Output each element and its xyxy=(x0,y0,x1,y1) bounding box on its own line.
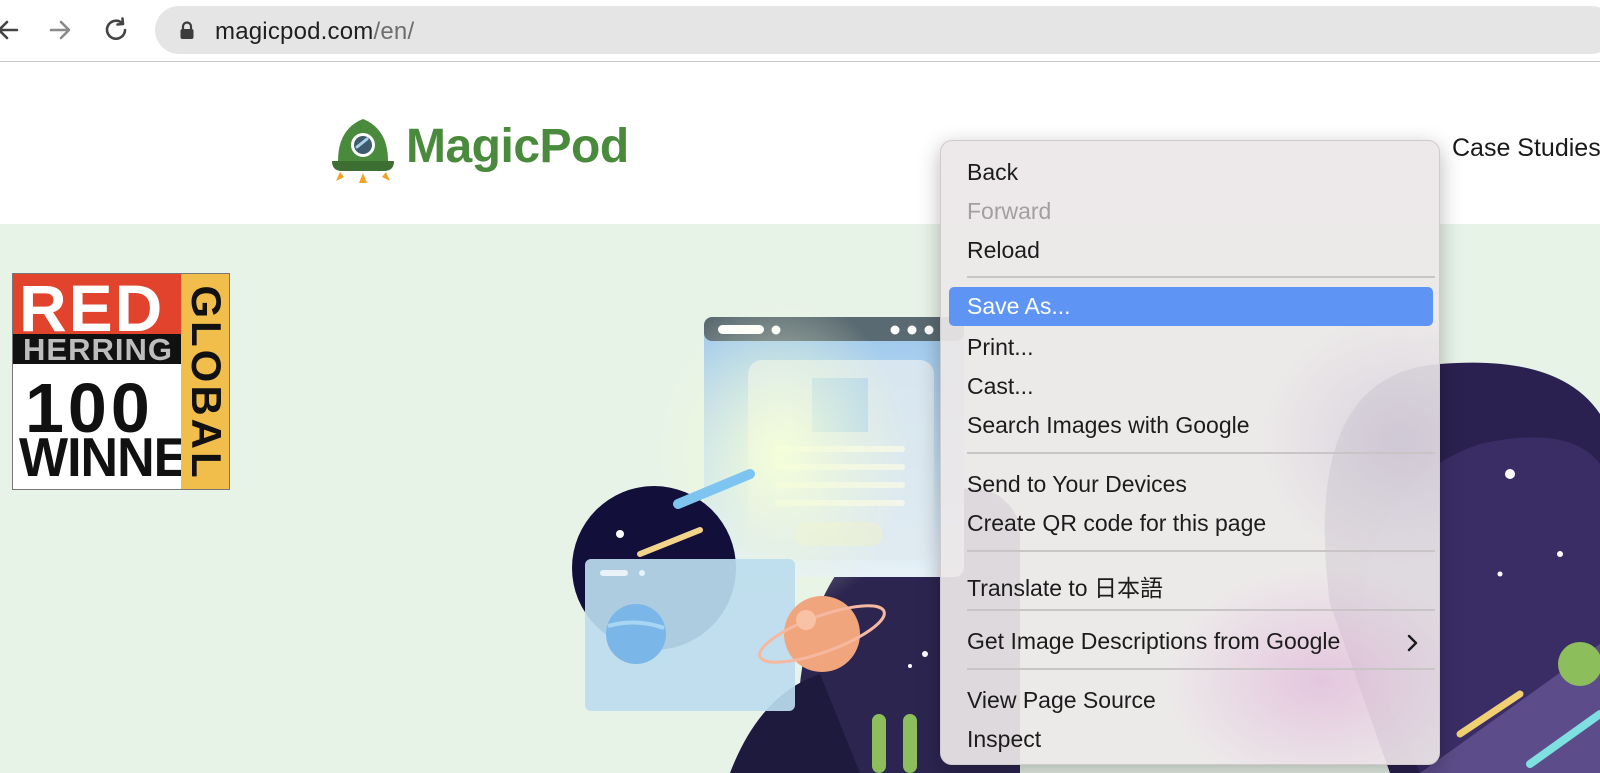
arrow-left-icon xyxy=(0,20,19,40)
logo-text: MagicPod xyxy=(406,120,629,173)
lock-icon xyxy=(180,21,194,39)
menu-separator xyxy=(967,668,1435,670)
url-text: magicpod.com/en/ xyxy=(215,18,414,46)
reload-button[interactable] xyxy=(96,10,136,50)
menu-item-label: Get Image Descriptions from Google xyxy=(967,628,1341,654)
menu-item-print[interactable]: Print... xyxy=(949,328,1433,367)
menu-item-forward: Forward xyxy=(949,192,1433,231)
menu-item-reload[interactable]: Reload xyxy=(949,231,1433,270)
menu-separator xyxy=(967,276,1435,278)
menu-item-label: Print... xyxy=(967,334,1034,360)
menu-separator xyxy=(967,452,1435,454)
menu-separator xyxy=(967,550,1435,552)
menu-item-label: Forward xyxy=(967,198,1052,224)
back-button[interactable] xyxy=(0,10,28,50)
menu-item-translate[interactable]: Translate to 日本語 xyxy=(949,563,1433,602)
menu-item-label: Back xyxy=(967,159,1019,185)
menu-item-label: Create QR code for this page xyxy=(967,510,1267,536)
menu-item-create-qr[interactable]: Create QR code for this page xyxy=(949,504,1433,543)
url-host: magicpod.com xyxy=(215,18,374,45)
context-menu: Back Forward Reload Save As... Print... … xyxy=(940,140,1440,765)
menu-item-label: Send to Your Devices xyxy=(967,471,1187,497)
menu-item-label: Cast... xyxy=(967,373,1034,399)
menu-separator xyxy=(967,609,1435,611)
menu-item-cast[interactable]: Cast... xyxy=(949,367,1433,406)
forward-button[interactable] xyxy=(40,10,80,50)
menu-item-save-as[interactable]: Save As... xyxy=(949,287,1433,326)
menu-item-label: Reload xyxy=(967,237,1040,263)
menu-item-back[interactable]: Back xyxy=(949,153,1433,192)
menu-item-inspect[interactable]: Inspect xyxy=(949,720,1433,759)
menu-item-label: Translate to 日本語 xyxy=(967,575,1163,601)
menu-item-send-to-devices[interactable]: Send to Your Devices xyxy=(949,465,1433,504)
address-bar[interactable]: magicpod.com/en/ xyxy=(155,6,1600,54)
chevron-right-icon xyxy=(1407,634,1418,652)
menu-item-search-images[interactable]: Search Images with Google xyxy=(949,406,1433,445)
menu-item-image-descriptions[interactable]: Get Image Descriptions from Google xyxy=(949,622,1433,661)
menu-item-label: Search Images with Google xyxy=(967,412,1250,438)
magicpod-logo[interactable]: MagicPod xyxy=(330,115,650,185)
menu-item-label: Save As... xyxy=(967,293,1071,319)
menu-item-label: Inspect xyxy=(967,726,1042,752)
rocket-logo-icon xyxy=(332,119,394,183)
nav-case-studies[interactable]: Case Studies xyxy=(1452,134,1600,163)
menu-item-label: View Page Source xyxy=(967,687,1156,713)
url-path: /en/ xyxy=(373,18,415,45)
arrow-right-icon xyxy=(49,20,71,40)
reload-icon xyxy=(105,17,127,41)
menu-item-view-source[interactable]: View Page Source xyxy=(949,681,1433,720)
browser-toolbar: magicpod.com/en/ xyxy=(0,0,1600,62)
